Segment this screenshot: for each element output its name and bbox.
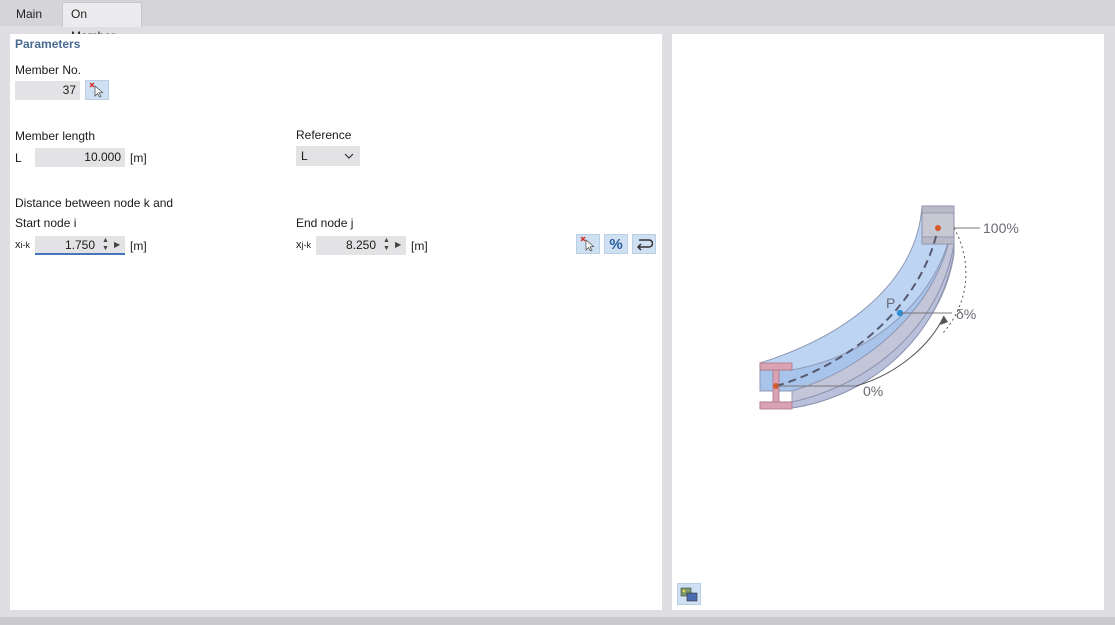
spin-next-icon[interactable]: ▶ [114, 241, 120, 249]
tab-on-member[interactable]: On Member [62, 2, 142, 43]
start-symbol: xi-k [15, 239, 30, 251]
label-delta-percent: δ% [956, 306, 976, 322]
bottom-strip [0, 617, 1115, 625]
pick-cursor-icon [580, 236, 595, 252]
distance-label: Distance between node k and [15, 196, 174, 210]
end-unit: [m] [411, 239, 428, 253]
tab-bar: Main On Member [0, 0, 1115, 43]
pick-member-button[interactable] [85, 80, 109, 100]
pick-cursor-icon [89, 82, 104, 98]
preview-panel: 100% δ% 0% P [672, 34, 1104, 610]
view-options-button[interactable] [677, 583, 701, 605]
member-no-field[interactable]: 37 [15, 81, 80, 100]
return-arrow-icon [636, 239, 653, 251]
end-symbol: xj-k [296, 239, 311, 251]
end-spin-control[interactable]: ▲ ▼ ▶ [380, 236, 406, 255]
section-title-parameters: Parameters [15, 37, 81, 51]
spin-down-icon[interactable]: ▼ [102, 245, 109, 253]
reference-select[interactable]: L [296, 146, 360, 166]
member-no-label: Member No. [15, 63, 82, 77]
reference-label: Reference [296, 128, 352, 142]
end-point-marker [935, 225, 941, 231]
spin-up-icon[interactable]: ▲ [383, 237, 390, 245]
label-p: P [886, 295, 895, 311]
member-length-label: Member length [15, 129, 96, 143]
start-symbol-sub: i-k [20, 240, 31, 250]
chevron-down-icon [344, 146, 354, 172]
reference-value: L [301, 149, 308, 163]
start-unit: [m] [130, 239, 147, 253]
parameters-panel: Parameters Member No. 37 Member length L… [10, 34, 662, 610]
pick-location-button[interactable] [576, 234, 600, 254]
end-symbol-sub: j-k [301, 240, 312, 250]
view-settings-icon [680, 587, 698, 602]
spin-next-icon[interactable]: ▶ [395, 241, 401, 249]
curved-beam-diagram: 100% δ% 0% P [759, 205, 1019, 410]
start-spin-control[interactable]: ▲ ▼ ▶ [99, 236, 125, 255]
start-node-label: Start node i [15, 216, 77, 230]
label-0-percent: 0% [863, 383, 883, 399]
spin-up-icon[interactable]: ▲ [102, 237, 109, 245]
reverse-direction-button[interactable] [632, 234, 656, 254]
member-length-field: 10.000 [35, 148, 125, 167]
label-100-percent: 100% [983, 220, 1019, 236]
length-symbol: L [15, 151, 22, 165]
spin-down-icon[interactable]: ▼ [383, 245, 390, 253]
tab-main[interactable]: Main [8, 3, 62, 25]
end-node-label: End node j [296, 216, 354, 230]
length-unit: [m] [130, 151, 147, 165]
percent-button[interactable]: % [604, 234, 628, 254]
